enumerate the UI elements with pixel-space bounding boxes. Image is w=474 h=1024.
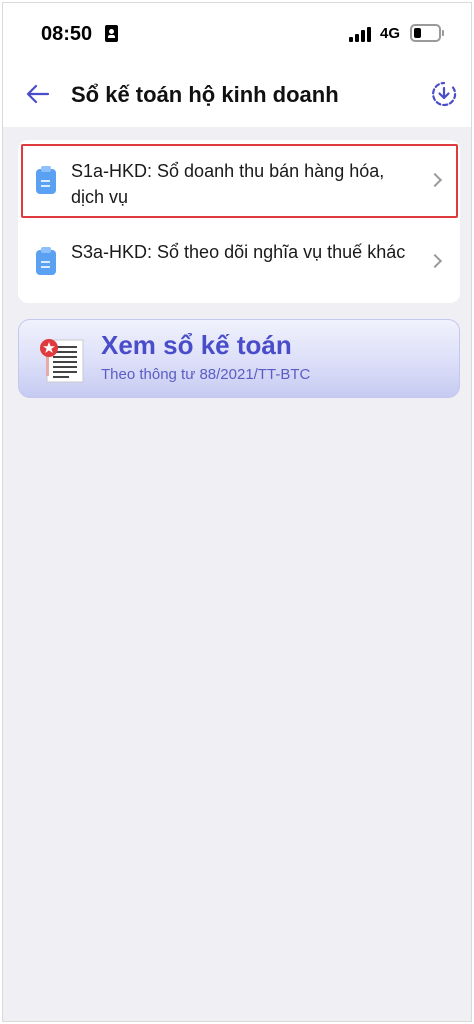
book-item-label: S3a-HKD: Sổ theo dõi nghĩa vụ thuế khác <box>71 242 406 262</box>
network-label: 4G <box>380 25 401 42</box>
view-book-subtitle: Theo thông tư 88/2021/TT-BTC <box>101 366 311 383</box>
status-bar: 08:50 4G <box>3 3 471 65</box>
back-button[interactable] <box>23 79 53 109</box>
page-title: Sổ kế toán hộ kinh doanh <box>71 82 339 107</box>
clipboard-icon <box>36 166 56 194</box>
download-circle-icon <box>432 81 457 107</box>
view-book-title: Xem sổ kế toán <box>101 330 292 360</box>
book-item-s1a[interactable]: S1a-HKD: Sổ doanh thu bán hàng hóa, dịch… <box>18 140 460 222</box>
book-item-s3a[interactable]: S3a-HKD: Sổ theo dõi nghĩa vụ thuế khác <box>18 221 460 303</box>
id-badge-icon <box>105 25 118 42</box>
download-button[interactable] <box>429 79 459 109</box>
status-time: 08:50 <box>41 23 93 45</box>
book-item-label: S1a-HKD: Sổ doanh thu bán hàng hóa, dịch… <box>71 161 385 207</box>
arrow-left-icon <box>26 84 50 104</box>
app-screen: 08:50 4G Sổ kế toán hộ kinh doanh S1a-HK… <box>2 2 472 1022</box>
view-book-button[interactable]: Xem sổ kế toán Theo thông tư 88/2021/TT-… <box>18 319 460 398</box>
nav-header: Sổ kế toán hộ kinh doanh <box>3 65 471 127</box>
document-list-icon <box>40 339 84 383</box>
battery-icon <box>410 24 444 42</box>
signal-icon <box>349 26 373 42</box>
chevron-right-icon <box>427 253 443 269</box>
chevron-right-icon <box>427 172 443 188</box>
book-list: S1a-HKD: Sổ doanh thu bán hàng hóa, dịch… <box>18 140 460 303</box>
clipboard-icon <box>36 247 56 275</box>
